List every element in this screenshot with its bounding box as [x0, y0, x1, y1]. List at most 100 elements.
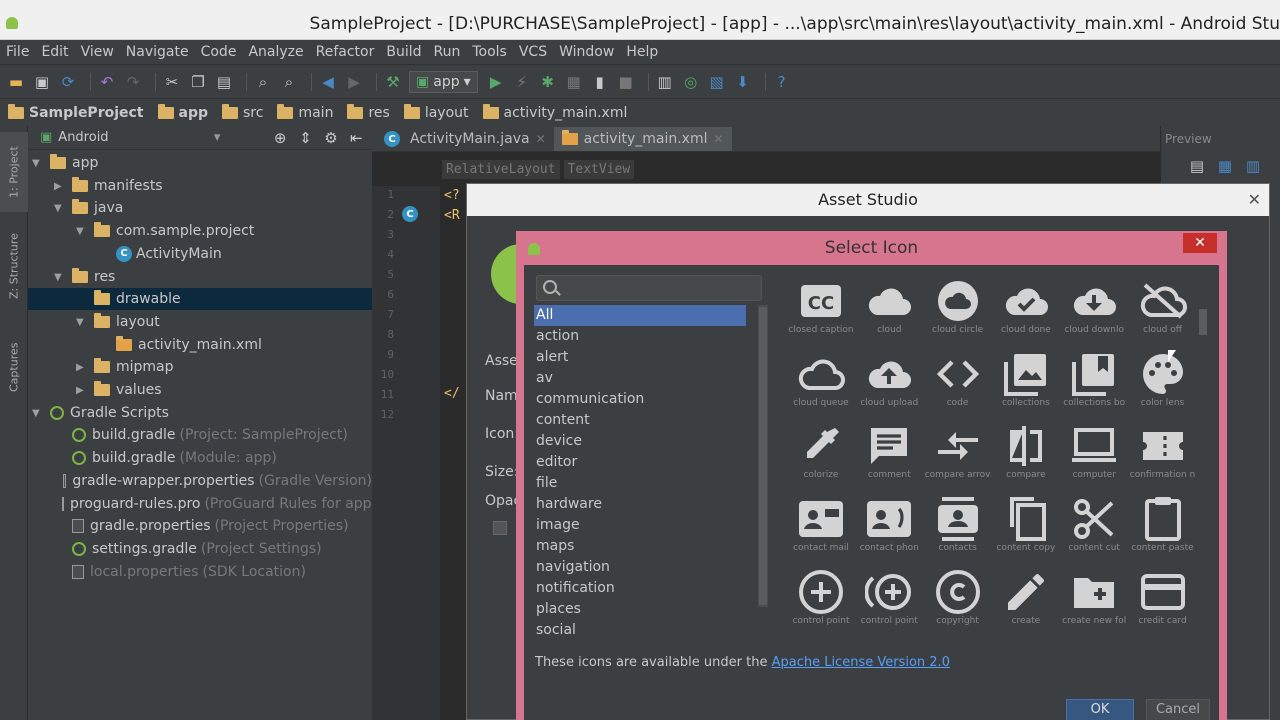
- tab-activitymain-java[interactable]: C ActivityMain.java ✕: [376, 127, 554, 151]
- menu-vcs[interactable]: VCS: [519, 44, 547, 60]
- tree-item-layout[interactable]: ▼ layout: [28, 311, 372, 333]
- tree-item-res[interactable]: ▼ res: [28, 266, 372, 288]
- stop-icon[interactable]: ■: [616, 72, 636, 92]
- expanded-arrow-icon[interactable]: ▼: [54, 272, 64, 283]
- collapsed-arrow-icon[interactable]: ▶: [76, 362, 86, 373]
- run-icon[interactable]: ▶: [486, 72, 506, 92]
- icon-cloud-done[interactable]: cloud done: [991, 271, 1061, 341]
- category-content[interactable]: content: [534, 410, 746, 431]
- menu-build[interactable]: Build: [386, 44, 421, 60]
- icon-content-cut[interactable]: content cut: [1059, 489, 1129, 559]
- tab-captures[interactable]: Captures: [0, 332, 28, 402]
- category-navigation[interactable]: navigation: [534, 557, 746, 578]
- icon-cloud-off[interactable]: cloud off: [1128, 271, 1198, 341]
- nav-crumb-6[interactable]: activity_main.xml: [482, 103, 627, 121]
- tree-item-values[interactable]: ▶ values: [28, 379, 372, 401]
- icon-contact-phone[interactable]: contact phon: [854, 489, 924, 559]
- replace-icon[interactable]: ⌕: [279, 72, 299, 92]
- category-action[interactable]: action: [534, 326, 746, 347]
- tree-item-build-gradle[interactable]: build.gradle (Module: app): [28, 447, 372, 469]
- forward-icon[interactable]: ▶: [344, 72, 364, 92]
- icon-content-copy[interactable]: content copy: [991, 489, 1061, 559]
- nav-crumb-0[interactable]: SampleProject: [8, 103, 144, 121]
- close-icon[interactable]: ✕: [713, 132, 723, 146]
- open-folder-icon[interactable]: ▬: [6, 72, 26, 92]
- class-gutter-icon[interactable]: C: [402, 206, 418, 222]
- menu-view[interactable]: View: [81, 44, 114, 60]
- menu-analyze[interactable]: Analyze: [248, 44, 303, 60]
- icon-compare-arrows[interactable]: compare arrov: [923, 416, 993, 486]
- gear-icon[interactable]: ⚙: [321, 128, 340, 148]
- help-icon[interactable]: ?: [772, 72, 792, 92]
- icon-control-point[interactable]: control point: [786, 562, 856, 632]
- breadcrumb-textview[interactable]: TextView: [563, 160, 635, 179]
- icon-credit-card[interactable]: credit card: [1128, 562, 1198, 632]
- nav-crumb-1[interactable]: app: [157, 103, 208, 121]
- menu-code[interactable]: Code: [201, 44, 237, 60]
- menu-file[interactable]: File: [6, 44, 29, 60]
- category-communication[interactable]: communication: [534, 389, 746, 410]
- icon-colorize[interactable]: colorize: [786, 416, 856, 486]
- menu-window[interactable]: Window: [559, 44, 614, 60]
- icon-create-new-folder[interactable]: create new fol: [1059, 562, 1129, 632]
- category-device[interactable]: device: [534, 431, 746, 452]
- menu-run[interactable]: Run: [434, 44, 461, 60]
- scrollbar-thumb[interactable]: [1199, 309, 1207, 335]
- search-input[interactable]: [536, 275, 762, 301]
- tree-item-activitymain[interactable]: C ActivityMain: [28, 243, 372, 265]
- nav-crumb-5[interactable]: layout: [403, 103, 469, 121]
- icon-control-point-dup[interactable]: control point: [854, 562, 924, 632]
- sdk-manager-icon[interactable]: ⬇: [733, 72, 753, 92]
- icon-compare[interactable]: compare: [991, 416, 1061, 486]
- category-social[interactable]: social: [534, 620, 746, 641]
- tab-structure[interactable]: Z: Structure: [0, 226, 28, 306]
- icon-cloud[interactable]: cloud: [854, 271, 924, 341]
- nav-crumb-4[interactable]: res: [347, 103, 390, 121]
- cancel-button[interactable]: Cancel: [1146, 699, 1210, 720]
- expanded-arrow-icon[interactable]: ▼: [76, 317, 86, 328]
- tree-item-gradle-scripts[interactable]: ▼ Gradle Scripts: [28, 402, 372, 424]
- debug-icon[interactable]: ✱: [538, 72, 558, 92]
- project-structure-icon[interactable]: ▧: [707, 72, 727, 92]
- cut-icon[interactable]: ✂: [162, 72, 182, 92]
- menu-help[interactable]: Help: [626, 44, 658, 60]
- ok-button[interactable]: OK: [1066, 699, 1134, 720]
- tab-activity-main-xml[interactable]: activity_main.xml ✕: [553, 127, 732, 151]
- icon-grid-scrollbar[interactable]: [1199, 309, 1207, 629]
- category-scrollbar[interactable]: [758, 305, 768, 607]
- tree-item-gradle-wrapper-properties[interactable]: gradle-wrapper.properties (Gradle Version…: [28, 470, 372, 492]
- menu-tools[interactable]: Tools: [472, 44, 507, 60]
- icon-cloud-circle[interactable]: cloud circle: [923, 271, 993, 341]
- target-icon[interactable]: ⊕: [270, 128, 289, 148]
- category-all[interactable]: All: [534, 305, 746, 326]
- close-button[interactable]: ✕: [1183, 233, 1217, 253]
- paste-icon[interactable]: ▤: [214, 72, 234, 92]
- tab-project[interactable]: 1: Project: [0, 132, 28, 212]
- code-line-1[interactable]: <?: [444, 188, 460, 203]
- design-icon[interactable]: ▦: [1215, 156, 1235, 176]
- expanded-arrow-icon[interactable]: ▼: [32, 408, 42, 419]
- undo-icon[interactable]: ↶: [97, 72, 117, 92]
- attach-debugger-icon[interactable]: ▮: [590, 72, 610, 92]
- tree-item-java[interactable]: ▼ java: [28, 197, 372, 219]
- hide-panel-icon[interactable]: ⇤: [347, 128, 366, 148]
- run-config-dropdown[interactable]: ▣ app ▾: [409, 70, 478, 93]
- tree-item-settings-gradle[interactable]: settings.gradle (Project Settings): [28, 538, 372, 560]
- category-alert[interactable]: alert: [534, 347, 746, 368]
- scrollbar-thumb[interactable]: [759, 307, 767, 605]
- icon-comment[interactable]: comment: [854, 416, 924, 486]
- blueprint-icon[interactable]: ▥: [1243, 156, 1263, 176]
- icon-create[interactable]: create: [991, 562, 1061, 632]
- tree-item-build-gradle[interactable]: build.gradle (Project: SampleProject): [28, 424, 372, 446]
- icon-content-paste[interactable]: content paste: [1128, 489, 1198, 559]
- avd-manager-icon[interactable]: ▥: [655, 72, 675, 92]
- icon-cloud-upload[interactable]: cloud upload: [854, 344, 924, 414]
- icon-code[interactable]: code: [923, 344, 993, 414]
- category-image[interactable]: image: [534, 515, 746, 536]
- collapsed-arrow-icon[interactable]: ▶: [54, 181, 64, 192]
- tree-item-com-sample-project[interactable]: ▼ com.sample.project: [28, 220, 372, 242]
- tree-item-proguard-rules-pro[interactable]: proguard-rules.pro (ProGuard Rules for ap…: [28, 493, 377, 515]
- apply-changes-icon[interactable]: ⚡: [512, 72, 532, 92]
- redo-icon[interactable]: ↷: [123, 72, 143, 92]
- find-icon[interactable]: ⌕: [253, 72, 273, 92]
